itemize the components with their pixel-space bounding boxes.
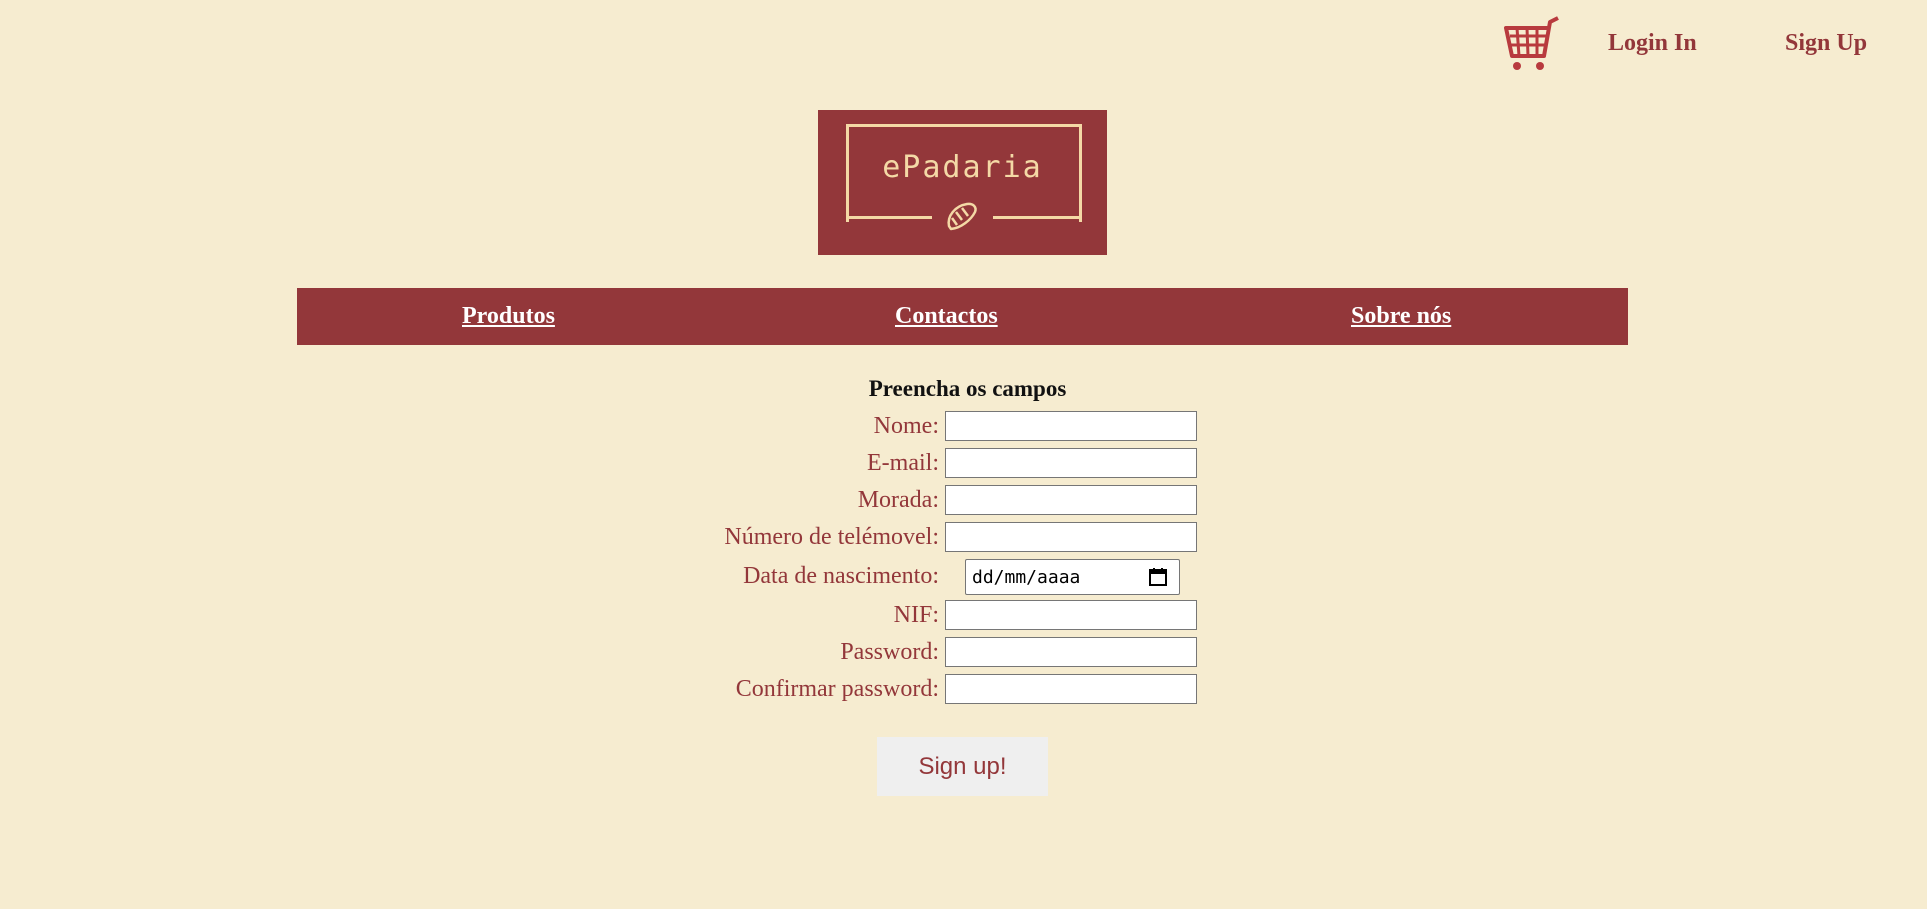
data-nascimento-input[interactable]: dd/mm/aaaa bbox=[965, 559, 1180, 595]
data-nascimento-label: Data de nascimento: bbox=[743, 563, 939, 589]
nif-label: NIF: bbox=[893, 602, 939, 628]
telemovel-input[interactable] bbox=[945, 522, 1197, 552]
email-input[interactable] bbox=[945, 448, 1197, 478]
croissant-icon bbox=[947, 202, 977, 231]
form-title: Preencha os campos bbox=[868, 376, 1067, 401]
nav-item-sobre-nos[interactable]: Sobre nós bbox=[1351, 303, 1451, 330]
calendar-icon[interactable] bbox=[1148, 567, 1168, 587]
nome-input[interactable] bbox=[945, 411, 1197, 441]
morada-label: Morada: bbox=[857, 487, 939, 513]
nav-item-produtos[interactable]: Produtos bbox=[462, 303, 555, 330]
top-bar: Login In Sign Up bbox=[0, 0, 1927, 90]
password-input[interactable] bbox=[945, 637, 1197, 667]
password-label: Password: bbox=[840, 639, 939, 665]
logo-frame-line bbox=[993, 216, 1079, 219]
morada-input[interactable] bbox=[945, 485, 1197, 515]
logo-text: ePadaria bbox=[882, 150, 1043, 185]
logo-frame-line bbox=[846, 216, 932, 219]
nav-item-contactos[interactable]: Contactos bbox=[895, 303, 998, 330]
main-nav: Produtos Contactos Sobre nós bbox=[297, 288, 1628, 345]
email-label: E-mail: bbox=[867, 450, 939, 476]
signup-submit-button[interactable]: Sign up! bbox=[877, 737, 1048, 796]
nif-input[interactable] bbox=[945, 600, 1197, 630]
shopping-cart-icon[interactable] bbox=[1502, 14, 1562, 74]
date-placeholder: dd/mm/aaaa bbox=[972, 567, 1081, 588]
signup-link[interactable]: Sign Up bbox=[1785, 30, 1867, 57]
logo[interactable]: ePadaria bbox=[818, 110, 1107, 255]
telemovel-label: Número de telémovel: bbox=[724, 524, 939, 550]
confirm-password-label: Confirmar password: bbox=[735, 676, 939, 702]
confirm-password-input[interactable] bbox=[945, 674, 1197, 704]
nome-label: Nome: bbox=[873, 413, 939, 439]
login-link[interactable]: Login In bbox=[1608, 30, 1697, 57]
